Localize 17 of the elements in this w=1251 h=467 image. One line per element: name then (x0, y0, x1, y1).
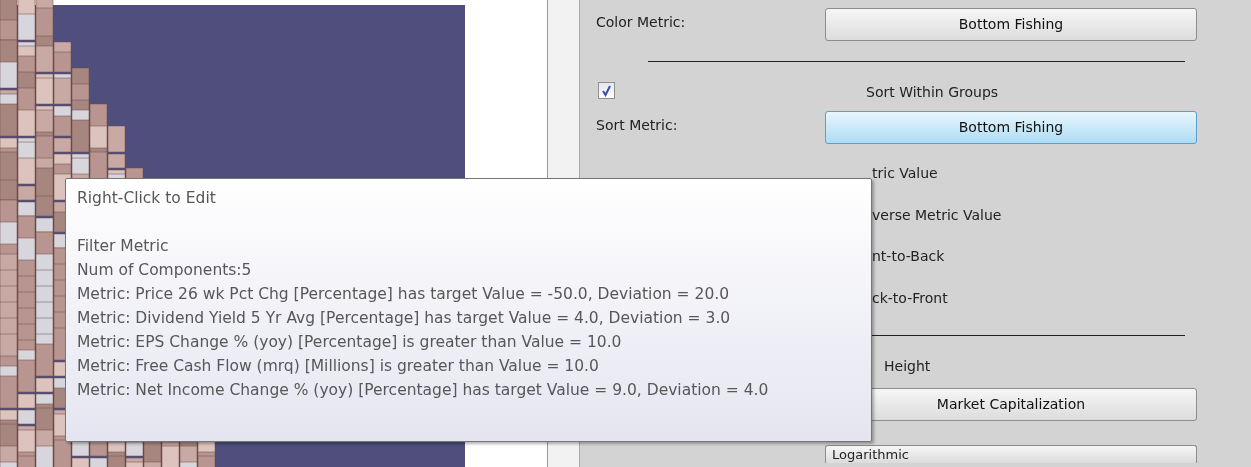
tooltip-heading: Filter Metric (77, 236, 170, 257)
tooltip-line: Metric: EPS Change % (yoy) [Percentage] is greater than Value = 10.0 (77, 332, 623, 353)
checkbox-label: Sort Within Groups (865, 83, 1000, 102)
checkbox[interactable] (598, 82, 615, 99)
tooltip-line: Metric: Net Income Change % (yoy) [Percentage] has target Value = 9.0, Deviation = 4.0 (77, 380, 770, 401)
tooltip-line: Num of Components:5 (77, 260, 253, 281)
height-type-dropdown[interactable]: Logarithmic (825, 445, 1197, 463)
tooltip-line: Metric: Price 26 wk Pct Chg [Percentage] has target Value = -50.0, Deviation = 20.0 (77, 284, 731, 305)
tooltip-line: Metric: Free Cash Flow (mrq) [Millions] is greater than Value = 10.0 (77, 356, 600, 377)
sort-metric-button[interactable]: Bottom Fishing (825, 111, 1197, 144)
field-label: Color Metric: (596, 13, 687, 32)
field-label: Sort Metric: (596, 116, 679, 135)
option-label: Height (883, 356, 932, 376)
radio-option-label[interactable]: tric Value (825, 153, 1197, 195)
tooltip-line: Metric: Dividend Yield 5 Yr Avg [Percentage] has target Value = 4.0, Deviation = 3.0 (77, 308, 732, 329)
color-metric-button[interactable]: Bottom Fishing (825, 8, 1197, 41)
tooltip-title: Right-Click to Edit (77, 188, 217, 209)
